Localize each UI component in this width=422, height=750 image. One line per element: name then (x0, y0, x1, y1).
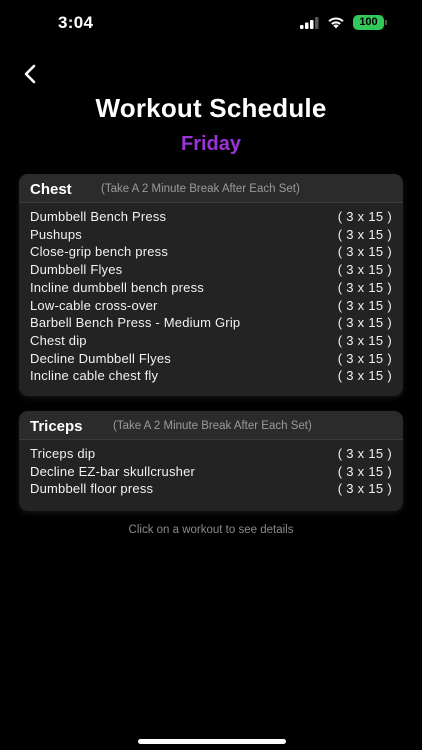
exercise-sets: ( 3 x 15 ) (337, 279, 392, 295)
exercise-sets: ( 3 x 15 ) (337, 244, 392, 260)
status-time: 3:04 (58, 13, 94, 32)
details-hint: Click on a workout to see details (128, 524, 294, 536)
cellular-signal-icon (300, 17, 319, 29)
exercise-row[interactable]: Pushups ( 3 x 15 ) (19, 227, 403, 245)
exercise-row[interactable]: Dumbbell Flyes ( 3 x 15 ) (19, 262, 403, 280)
exercise-sets: ( 3 x 15 ) (337, 262, 392, 278)
exercise-sets: ( 3 x 15 ) (337, 368, 392, 384)
exercise-row[interactable]: Incline cable chest fly ( 3 x 15 ) (19, 368, 403, 386)
exercise-sets: ( 3 x 15 ) (337, 350, 392, 366)
exercise-sets: ( 3 x 15 ) (337, 209, 392, 224)
chevron-left-icon (24, 64, 36, 84)
exercise-row[interactable]: Close-grip bench press ( 3 x 15 ) (19, 244, 403, 262)
exercise-row[interactable]: Barbell Bench Press - Medium Grip ( 3 x … (19, 315, 403, 333)
home-indicator[interactable] (138, 739, 286, 744)
section-header: Chest (Take A 2 Minute Break After Each … (19, 174, 403, 203)
exercise-row[interactable]: Incline dumbbell bench press ( 3 x 15 ) (19, 280, 403, 298)
section-header: Triceps (Take A 2 Minute Break After Eac… (19, 411, 403, 440)
exercise-name: Close-grip bench press (30, 244, 169, 260)
exercise-sets: ( 3 x 15 ) (337, 315, 392, 331)
exercise-row[interactable]: Dumbbell floor press ( 3 x 15 ) (19, 481, 403, 499)
exercise-name: Dumbbell Bench Press (30, 209, 167, 224)
exercise-name: Pushups (30, 226, 82, 242)
exercise-sets: ( 3 x 15 ) (337, 332, 392, 348)
section-card-chest: Chest (Take A 2 Minute Break After Each … (19, 174, 403, 396)
page-title: Workout Schedule (95, 93, 327, 123)
section-note: (Take A 2 Minute Break After Each Set) (101, 183, 300, 195)
exercise-name: Triceps dip (30, 446, 96, 461)
exercise-row[interactable]: Low-cable cross-over ( 3 x 15 ) (19, 298, 403, 316)
day-label: Friday (180, 133, 242, 155)
exercise-name: Chest dip (30, 332, 87, 348)
exercise-sets: ( 3 x 15 ) (337, 226, 392, 242)
section-title: Chest (30, 181, 72, 198)
exercise-name: Decline EZ-bar skullcrusher (30, 463, 196, 479)
back-button[interactable] (16, 60, 44, 88)
exercise-name: Dumbbell Flyes (30, 262, 123, 278)
battery-icon: 100 (353, 15, 384, 30)
exercise-row[interactable]: Triceps dip ( 3 x 15 ) (19, 446, 403, 464)
section-note: (Take A 2 Minute Break After Each Set) (113, 420, 312, 432)
exercise-row[interactable]: Decline Dumbbell Flyes ( 3 x 15 ) (19, 351, 403, 369)
exercise-name: Incline dumbbell bench press (30, 279, 204, 295)
wifi-icon (328, 17, 344, 29)
exercise-sets: ( 3 x 15 ) (337, 463, 392, 479)
status-bar: 3:04 100 (0, 0, 422, 46)
section-title: Triceps (30, 418, 83, 435)
exercise-sets: ( 3 x 15 ) (337, 481, 392, 497)
exercise-sets: ( 3 x 15 ) (337, 297, 392, 313)
battery-cap (385, 20, 387, 25)
exercise-name: Dumbbell floor press (30, 481, 154, 497)
exercise-name: Barbell Bench Press - Medium Grip (30, 315, 241, 331)
section-card-triceps: Triceps (Take A 2 Minute Break After Eac… (19, 411, 403, 511)
exercise-row[interactable]: Decline EZ-bar skullcrusher ( 3 x 15 ) (19, 464, 403, 482)
exercise-name: Decline Dumbbell Flyes (30, 350, 171, 366)
exercise-sets: ( 3 x 15 ) (337, 446, 392, 461)
exercise-row[interactable]: Chest dip ( 3 x 15 ) (19, 333, 403, 351)
exercise-row[interactable]: Dumbbell Bench Press ( 3 x 15 ) (19, 209, 403, 227)
exercise-name: Low-cable cross-over (30, 297, 158, 313)
exercise-name: Incline cable chest fly (30, 368, 159, 384)
